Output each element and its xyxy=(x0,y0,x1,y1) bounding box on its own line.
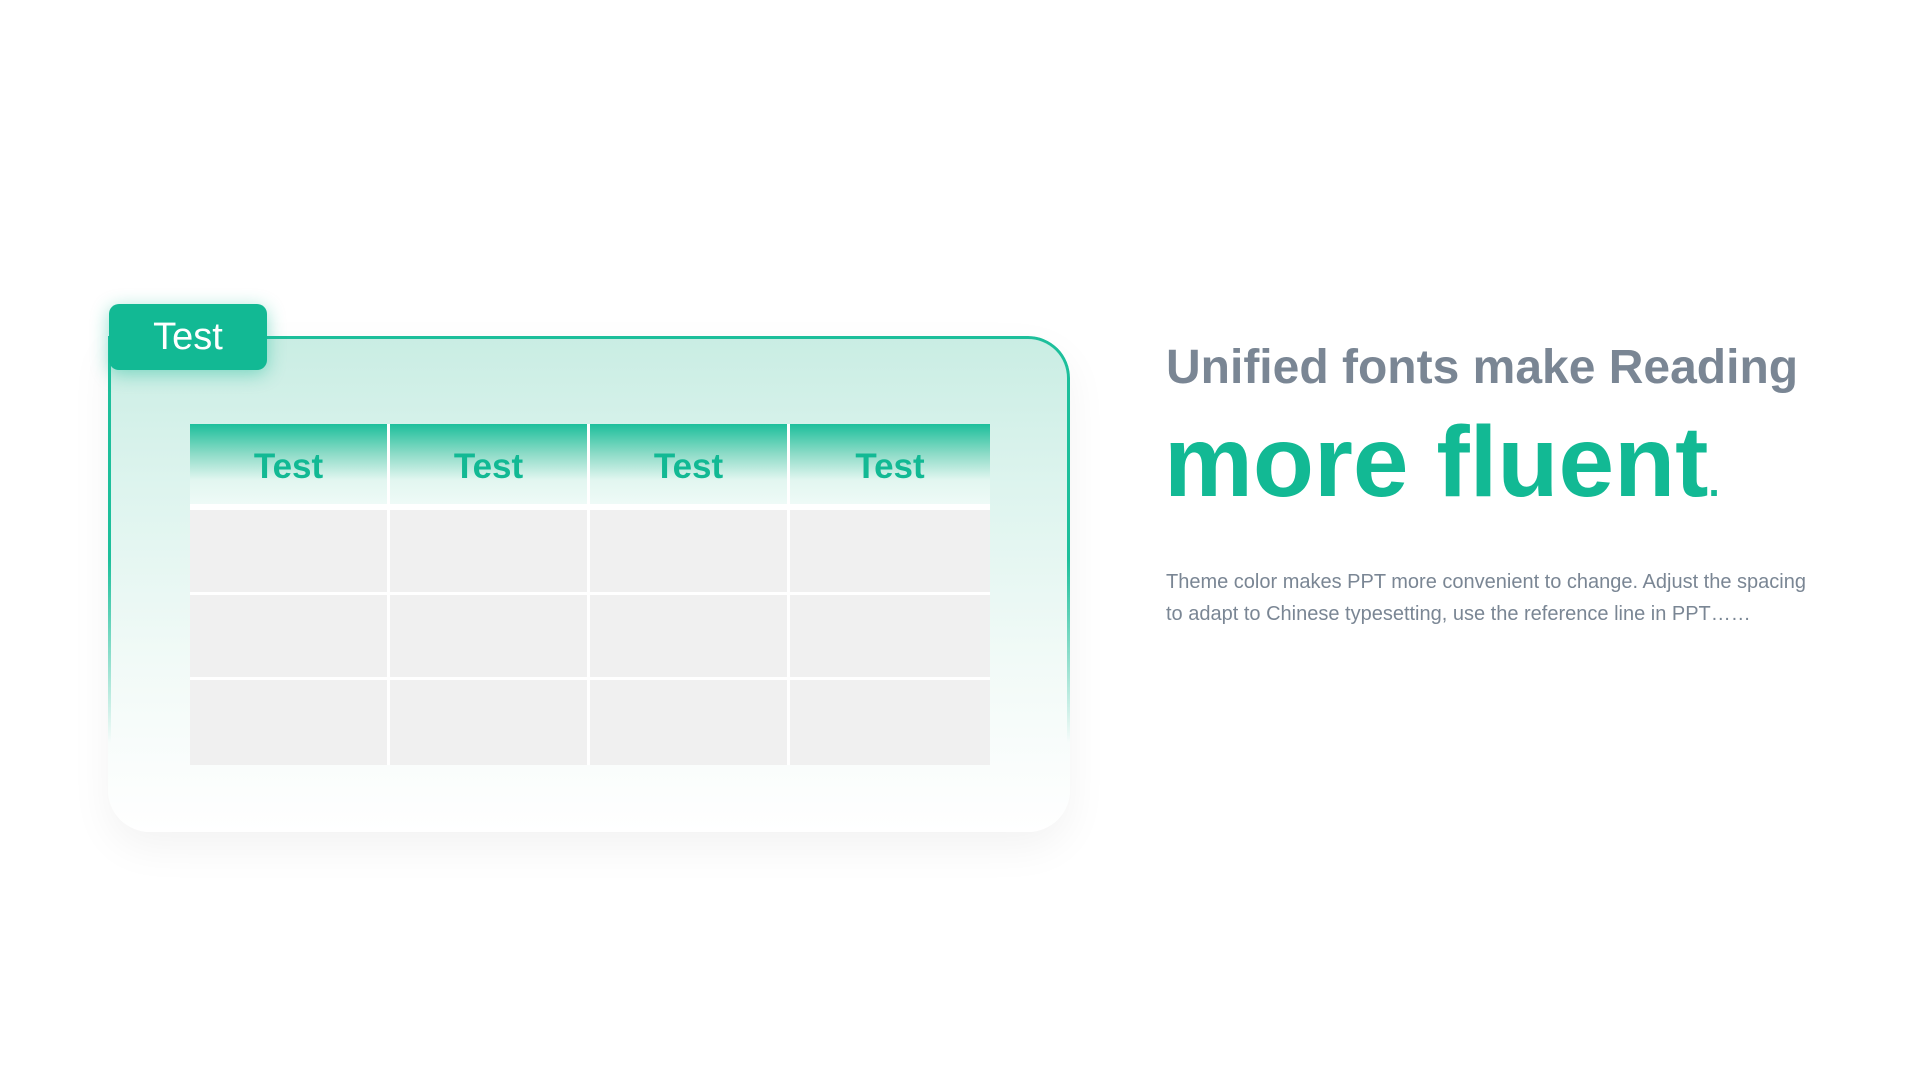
slide-body-text: Theme color makes PPT more convenient to… xyxy=(1166,571,1806,625)
table-row xyxy=(190,680,990,765)
table-cell xyxy=(390,680,590,765)
table-cell xyxy=(190,680,390,765)
table-cell xyxy=(590,680,790,765)
table-cell xyxy=(190,510,390,595)
slide: Test Test Test Test Test Unified fonts m… xyxy=(0,0,1920,1080)
table-cell xyxy=(190,595,390,680)
table-header-cell: Test xyxy=(590,424,790,510)
table-row xyxy=(190,595,990,680)
table-cell xyxy=(790,680,990,765)
table-cell xyxy=(390,510,590,595)
card-tab-label: Test xyxy=(109,304,267,370)
table-cell xyxy=(590,595,790,680)
table-header-cell: Test xyxy=(790,424,990,510)
slide-subheading: Unified fonts make Reading xyxy=(1166,341,1799,394)
table-cell xyxy=(590,510,790,595)
table-header-cell: Test xyxy=(390,424,590,510)
table-cell xyxy=(390,595,590,680)
table-cell xyxy=(790,510,990,595)
data-table: Test Test Test Test xyxy=(190,424,990,765)
table-header-cell: Test xyxy=(190,424,390,510)
slide-title: more fluent. xyxy=(1164,402,1720,543)
table-row xyxy=(190,510,990,595)
table-header-row: Test Test Test Test xyxy=(190,424,990,510)
table-cell xyxy=(790,595,990,680)
slide-title-dot: . xyxy=(1708,461,1720,505)
slide-title-text: more fluent xyxy=(1164,406,1709,518)
